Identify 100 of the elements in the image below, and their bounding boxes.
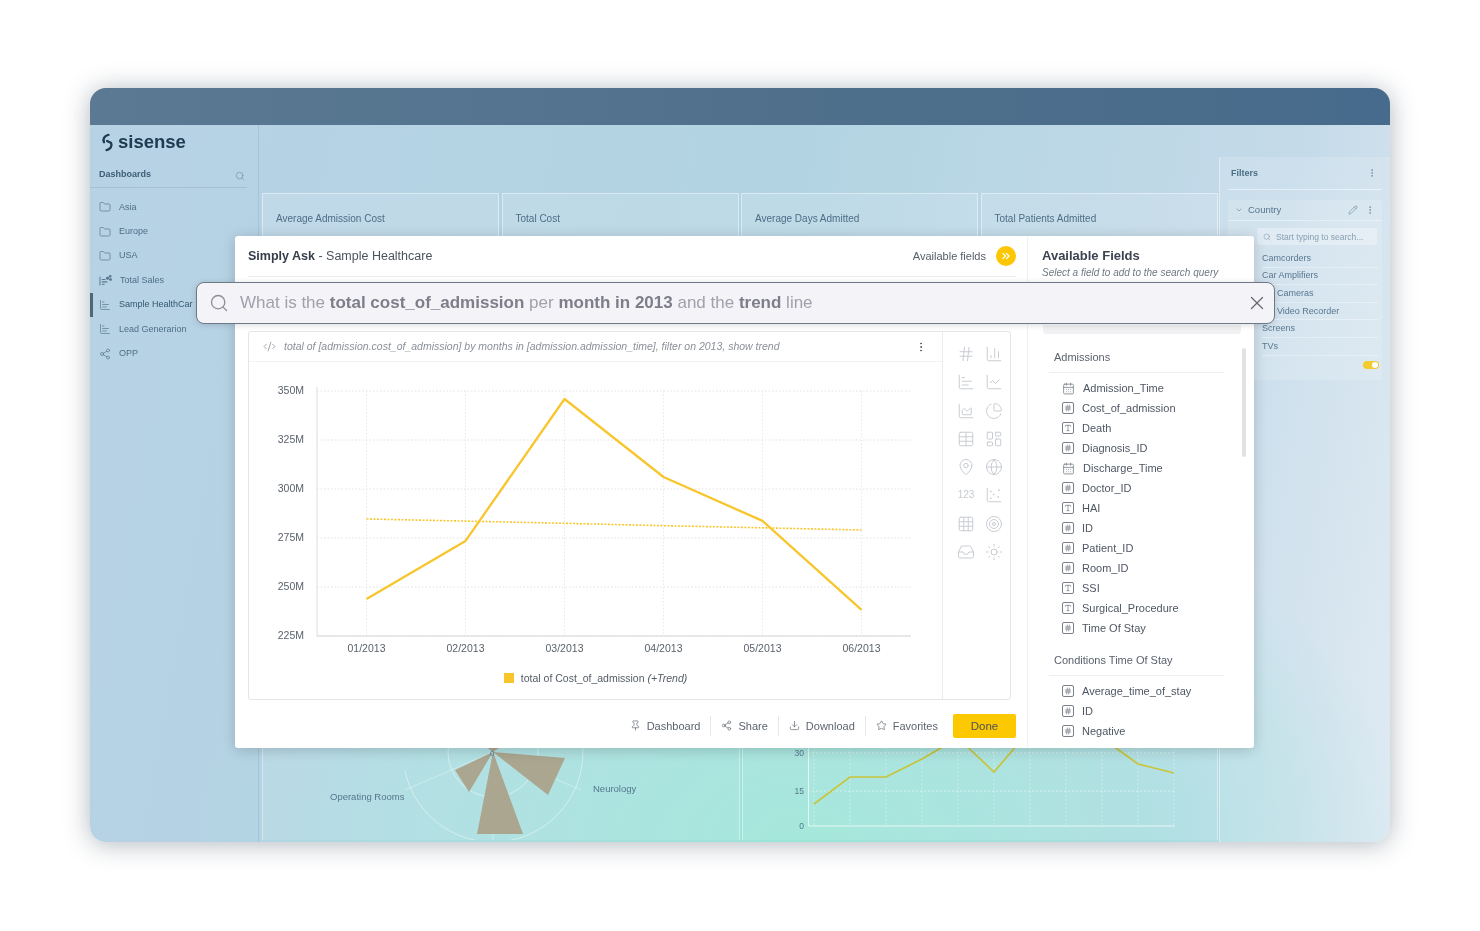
pie-chart-icon[interactable] xyxy=(985,401,1003,420)
chart-label: Operating Rooms xyxy=(330,791,405,802)
sun-icon[interactable] xyxy=(985,543,1003,562)
share-icon xyxy=(99,347,111,360)
text-type-icon xyxy=(1062,602,1074,614)
hash-icon xyxy=(1062,725,1074,737)
done-button[interactable]: Done xyxy=(953,713,1016,738)
search-field[interactable]: Start typing to search... xyxy=(1257,228,1377,245)
hash-icon xyxy=(1062,542,1074,554)
sidebar-item[interactable]: Asia xyxy=(90,195,138,220)
folder-icon xyxy=(99,201,111,214)
action-button[interactable]: Share xyxy=(711,713,778,738)
field-item[interactable]: Negative xyxy=(1049,721,1126,741)
field-item[interactable]: SSI xyxy=(1049,578,1100,598)
dashboard-icon[interactable] xyxy=(985,429,1003,448)
field-item[interactable]: Doctor_ID xyxy=(1049,478,1132,498)
axis-label: 0 xyxy=(490,749,495,758)
bar-chart-icon xyxy=(99,323,111,336)
sidebar-item[interactable]: OPP xyxy=(90,341,139,366)
code-icon[interactable] xyxy=(263,340,276,353)
text-type-icon xyxy=(1062,422,1074,434)
globe-icon[interactable] xyxy=(985,458,1003,477)
axis-label: 0 xyxy=(799,821,804,831)
chart-label: Neurology xyxy=(593,783,637,795)
search-field[interactable]: What is the total cost_of_admission per month in 2013 and the trend line xyxy=(196,282,1275,324)
hash-icon xyxy=(1062,685,1074,697)
kpi-title: Total Patients Admitted xyxy=(994,213,1097,224)
field-item[interactable]: ID xyxy=(1049,701,1093,721)
filter-value[interactable]: Car Amplifiers xyxy=(1262,271,1318,281)
scatter-chart-icon[interactable] xyxy=(985,486,1003,505)
column-chart-icon[interactable] xyxy=(985,345,1003,363)
field-item[interactable]: ID xyxy=(1049,518,1093,538)
fields-subtitle: Select a field to add to the search query xyxy=(1042,267,1220,279)
hash-icon xyxy=(1062,402,1074,414)
fields-title: Available Fields xyxy=(1042,248,1141,264)
chevrons-right-icon xyxy=(996,246,1016,266)
tray-icon[interactable] xyxy=(957,543,975,562)
action-button[interactable]: Download xyxy=(778,713,865,738)
kpi-title: Average Days Admitted xyxy=(755,213,860,224)
hash-icon[interactable] xyxy=(957,345,975,363)
x-axis-label: 02/2013 xyxy=(446,641,485,654)
folder-icon xyxy=(99,225,111,238)
folder-icon xyxy=(99,249,111,262)
pin-icon xyxy=(629,720,641,731)
hash-icon xyxy=(1062,562,1074,574)
filter-value[interactable]: Screens xyxy=(1262,324,1296,334)
star-icon xyxy=(875,720,887,731)
field-item[interactable]: Time Of Stay xyxy=(1049,618,1146,638)
search-icon[interactable] xyxy=(235,171,245,181)
area-chart-icon[interactable] xyxy=(957,401,975,420)
sidebar-item[interactable]: Total Sales xyxy=(90,268,166,293)
logo-icon xyxy=(101,133,114,152)
field-item[interactable]: Average_time_of_stay xyxy=(1049,681,1192,701)
y-axis-label: 300M xyxy=(277,481,304,494)
line-chart-icon[interactable] xyxy=(985,373,1003,392)
grid-icon[interactable] xyxy=(957,514,975,533)
target-icon[interactable] xyxy=(985,514,1003,533)
field-item[interactable]: Cost_of_admission xyxy=(1049,398,1176,418)
filter-value[interactable]: Cameras xyxy=(1277,289,1314,298)
shared-chart-icon xyxy=(99,274,112,286)
kpi-title: Total Cost xyxy=(515,213,560,224)
filter-field: Country xyxy=(1248,204,1282,216)
search-field[interactable] xyxy=(1043,325,1241,334)
field-item[interactable]: HAI xyxy=(1049,498,1101,518)
field-item[interactable]: Diagnosis_ID xyxy=(1049,438,1148,458)
chevron-down-icon[interactable] xyxy=(1235,206,1243,214)
toggle-switch[interactable] xyxy=(1363,360,1379,369)
map-pin-icon[interactable] xyxy=(957,458,975,477)
text-type-icon xyxy=(1062,582,1074,594)
filter-value[interactable]: TVs xyxy=(1262,341,1278,351)
sidebar-item[interactable]: Lead Generarion xyxy=(90,316,188,342)
calendar-icon xyxy=(1062,381,1075,395)
available-fields-button[interactable]: Available fields xyxy=(912,246,1016,266)
field-item[interactable]: Surgical_Procedure xyxy=(1049,598,1179,618)
action-button[interactable]: Dashboard xyxy=(619,713,711,738)
x-axis-label: 01/2013 xyxy=(347,641,386,654)
filter-value[interactable]: Camcorders xyxy=(1262,253,1311,263)
y-axis-label: 225M xyxy=(277,628,304,641)
field-item[interactable]: Death xyxy=(1049,418,1112,438)
y-axis-label: 250M xyxy=(277,579,304,592)
bar-chart-icon[interactable] xyxy=(957,373,975,392)
sidebar-item[interactable]: USA xyxy=(90,243,139,269)
y-axis-label: 275M xyxy=(277,530,304,543)
field-item[interactable]: Patient_ID xyxy=(1049,538,1134,558)
field-item[interactable]: Room_ID xyxy=(1049,558,1129,578)
y-axis-label: 325M xyxy=(277,432,304,445)
dialog-title: Simply Ask - Sample Healthcare xyxy=(248,248,433,264)
sidebar-item[interactable]: Europe xyxy=(90,219,150,244)
group-header: Admissions xyxy=(1054,351,1111,363)
hash-icon xyxy=(1062,482,1074,494)
filter-value[interactable]: Video Recorder xyxy=(1277,306,1340,316)
field-item[interactable]: Discharge_Time xyxy=(1049,458,1163,478)
hash-icon xyxy=(1062,705,1074,717)
sidebar-item[interactable]: Sample HealthCar xyxy=(90,292,194,317)
table-icon[interactable] xyxy=(957,429,975,448)
field-item[interactable]: Admission_Time xyxy=(1049,378,1164,398)
action-button[interactable]: Favorites xyxy=(865,713,948,738)
query-text: What is the total cost_of_admission per month in 2013 and the trend line xyxy=(240,292,813,314)
pencil-icon[interactable] xyxy=(1348,205,1358,215)
share-icon xyxy=(721,720,733,731)
